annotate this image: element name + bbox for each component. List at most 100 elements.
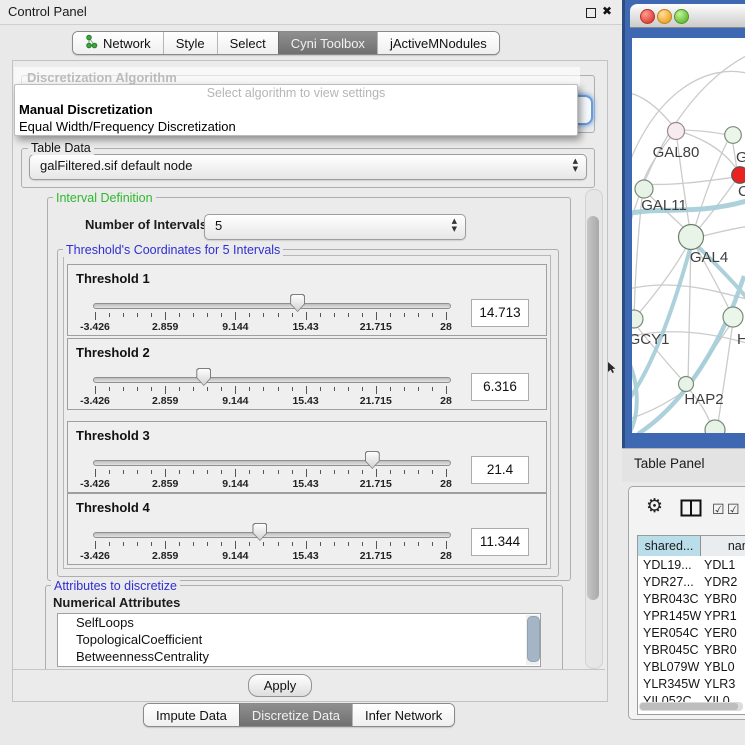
network-graph: GAL80 GA C GAL11 GAL4 GCY1 H HAP2 bbox=[632, 38, 745, 433]
close-traffic-light-icon[interactable] bbox=[640, 9, 655, 24]
table-row[interactable]: YDR27...YDR2 bbox=[638, 574, 745, 591]
cell-shared-name: YBR045C bbox=[643, 642, 701, 659]
cell-shared-name: YBL079W bbox=[643, 659, 701, 676]
threshold-value-field[interactable]: 14.713 bbox=[471, 299, 529, 327]
threshold-row-2: Threshold 2-3.4262.8599.14415.4321.71528… bbox=[67, 338, 547, 410]
slider-thumb[interactable] bbox=[252, 523, 267, 541]
slider-track[interactable] bbox=[93, 532, 451, 538]
threshold-row-3: Threshold 3-3.4262.8599.14415.4321.71528… bbox=[67, 421, 547, 493]
cell-name: YER0 bbox=[704, 625, 745, 642]
cell-name: YPR1 bbox=[704, 608, 745, 625]
table-row[interactable]: YPR145WYPR1 bbox=[638, 608, 745, 625]
bottom-tab-impute-data[interactable]: Impute Data bbox=[144, 704, 239, 726]
num-intervals-label: Number of Intervals bbox=[85, 217, 207, 232]
network-view-window: GAL80 GA C GAL11 GAL4 GCY1 H HAP2 bbox=[622, 0, 745, 448]
table-row[interactable]: YBR043CYBR0 bbox=[638, 591, 745, 608]
table-row[interactable]: YBL079WYBL0 bbox=[638, 659, 745, 676]
node-label-hap2: HAP2 bbox=[684, 391, 723, 408]
interval-group-title: Interval Definition bbox=[53, 191, 156, 205]
network-canvas[interactable]: GAL80 GA C GAL11 GAL4 GCY1 H HAP2 bbox=[632, 38, 745, 433]
node-label-h: H bbox=[737, 331, 745, 348]
panel-scrollbar[interactable] bbox=[585, 189, 603, 669]
close-icon[interactable]: ✖ bbox=[602, 4, 612, 18]
minimize-traffic-light-icon[interactable] bbox=[657, 9, 672, 24]
bottom-tab-infer-network[interactable]: Infer Network bbox=[352, 704, 454, 726]
tab-select[interactable]: Select bbox=[217, 32, 278, 54]
apply-button[interactable]: Apply bbox=[248, 674, 312, 697]
thresholds-group-title: Threshold's Coordinates for 5 Intervals bbox=[63, 243, 283, 257]
cyni-bottom-tabbar: Impute DataDiscretize DataInfer Network bbox=[143, 703, 455, 727]
table-row[interactable]: YER054CYER0 bbox=[638, 625, 745, 642]
node-label-ga: GA bbox=[736, 149, 745, 166]
cell-name: YDR2 bbox=[704, 574, 745, 591]
cell-name: YBR0 bbox=[704, 591, 745, 608]
node-label-gcy1: GCY1 bbox=[632, 331, 669, 348]
node-label-c: C bbox=[738, 183, 745, 200]
table-data-combobox[interactable]: galFiltered.sif default node ▲▼ bbox=[29, 154, 587, 180]
screen: Control Panel ✖ NetworkStyleSelectCyni T… bbox=[0, 0, 745, 745]
table-row[interactable]: YDL19...YDL1 bbox=[638, 557, 745, 574]
num-intervals-combobox[interactable]: 5 ▲▼ bbox=[204, 214, 466, 240]
num-intervals-value: 5 bbox=[215, 218, 222, 233]
slider-track[interactable] bbox=[93, 377, 451, 383]
threshold-label: Threshold 1 bbox=[76, 271, 150, 286]
table-row[interactable]: YLR345WYLR3 bbox=[638, 676, 745, 693]
tab-network[interactable]: Network bbox=[73, 32, 163, 54]
tab-cyni-toolbox[interactable]: Cyni Toolbox bbox=[278, 32, 377, 54]
zoom-traffic-light-icon[interactable] bbox=[674, 9, 689, 24]
column-header-shared-name[interactable]: shared... bbox=[638, 536, 701, 556]
cell-shared-name: YBR043C bbox=[643, 591, 701, 608]
slider-track[interactable] bbox=[93, 460, 451, 466]
cell-shared-name: YDR27... bbox=[643, 574, 701, 591]
tab-jactivemnodules[interactable]: jActiveMNodules bbox=[377, 32, 499, 54]
attribute-item-selfloops[interactable]: SelfLoops bbox=[58, 614, 540, 631]
numerical-attributes-list[interactable]: SelfLoopsTopologicalCoefficientBetweenne… bbox=[57, 613, 541, 667]
mouse-cursor bbox=[608, 362, 617, 377]
table-data-value: galFiltered.sif default node bbox=[40, 158, 192, 173]
slider-thumb[interactable] bbox=[290, 294, 305, 312]
attributes-group-title: Attributes to discretize bbox=[51, 579, 180, 593]
algorithm-dropdown-popup: Select algorithm to view settings Manual… bbox=[14, 84, 578, 136]
node-label-gal11: GAL11 bbox=[641, 197, 687, 214]
cyni-toolbox-panel: Discretization Algorithm Select algorith… bbox=[12, 60, 608, 702]
attributes-scrollbar[interactable] bbox=[526, 615, 539, 665]
control-panel-titlebar bbox=[0, 0, 622, 25]
popup-option-equal-width-frequency-discretization[interactable]: Equal Width/Frequency Discretization bbox=[15, 118, 577, 135]
slider-thumb[interactable] bbox=[196, 368, 211, 386]
popup-options: Manual DiscretizationEqual Width/Frequen… bbox=[15, 101, 577, 135]
table-row[interactable]: YBR045CYBR0 bbox=[638, 642, 745, 659]
bottom-tab-discretize-data[interactable]: Discretize Data bbox=[239, 704, 352, 726]
float-window-icon[interactable] bbox=[586, 8, 596, 18]
threshold-label: Threshold 4 bbox=[76, 500, 150, 515]
cell-shared-name: YPR145W bbox=[643, 608, 701, 625]
threshold-value-field[interactable]: 6.316 bbox=[471, 373, 529, 401]
network-window-titlebar[interactable] bbox=[630, 4, 745, 28]
split-pane-icon[interactable] bbox=[680, 499, 702, 520]
network-icon bbox=[85, 34, 98, 52]
tab-style[interactable]: Style bbox=[163, 32, 217, 54]
threshold-value-field[interactable]: 11.344 bbox=[471, 528, 529, 556]
node-attribute-table[interactable]: shared... name YDL19...YDL1YDR27...YDR2Y… bbox=[637, 535, 745, 715]
combo-stepper-icon: ▲▼ bbox=[573, 157, 578, 173]
slider-thumb[interactable] bbox=[365, 451, 380, 469]
numerical-attributes-label: Numerical Attributes bbox=[53, 595, 180, 610]
popup-option-manual-discretization[interactable]: Manual Discretization bbox=[15, 101, 577, 118]
table-panel-title: Table Panel bbox=[634, 456, 705, 471]
column-header-name[interactable]: name bbox=[701, 536, 745, 556]
table-horizontal-scrollbar[interactable] bbox=[639, 702, 743, 711]
threshold-row-4: Threshold 4-3.4262.8599.14415.4321.71528… bbox=[67, 493, 547, 565]
node-label-gal80: GAL80 bbox=[653, 144, 700, 161]
attribute-item-topologicalcoefficient[interactable]: TopologicalCoefficient bbox=[58, 631, 540, 648]
threshold-row-1: Threshold 1-3.4262.8599.14415.4321.71528… bbox=[67, 264, 547, 336]
attribute-item-betweennesscentrality[interactable]: BetweennessCentrality bbox=[58, 648, 540, 665]
control-panel-tabbar: NetworkStyleSelectCyni ToolboxjActiveMNo… bbox=[72, 31, 500, 55]
table-data-group-title: Table Data bbox=[28, 141, 94, 155]
checkbox-checked-icon[interactable]: ☑ bbox=[712, 502, 725, 518]
checkbox-checked-icon[interactable]: ☑ bbox=[727, 502, 740, 518]
gear-icon[interactable]: ⚙ bbox=[646, 495, 663, 517]
cell-shared-name: YDL19... bbox=[643, 557, 701, 574]
threshold-value-field[interactable]: 21.4 bbox=[471, 456, 529, 484]
slider-track[interactable] bbox=[93, 303, 451, 309]
threshold-label: Threshold 2 bbox=[76, 345, 150, 360]
cell-shared-name: YLR345W bbox=[643, 676, 701, 693]
